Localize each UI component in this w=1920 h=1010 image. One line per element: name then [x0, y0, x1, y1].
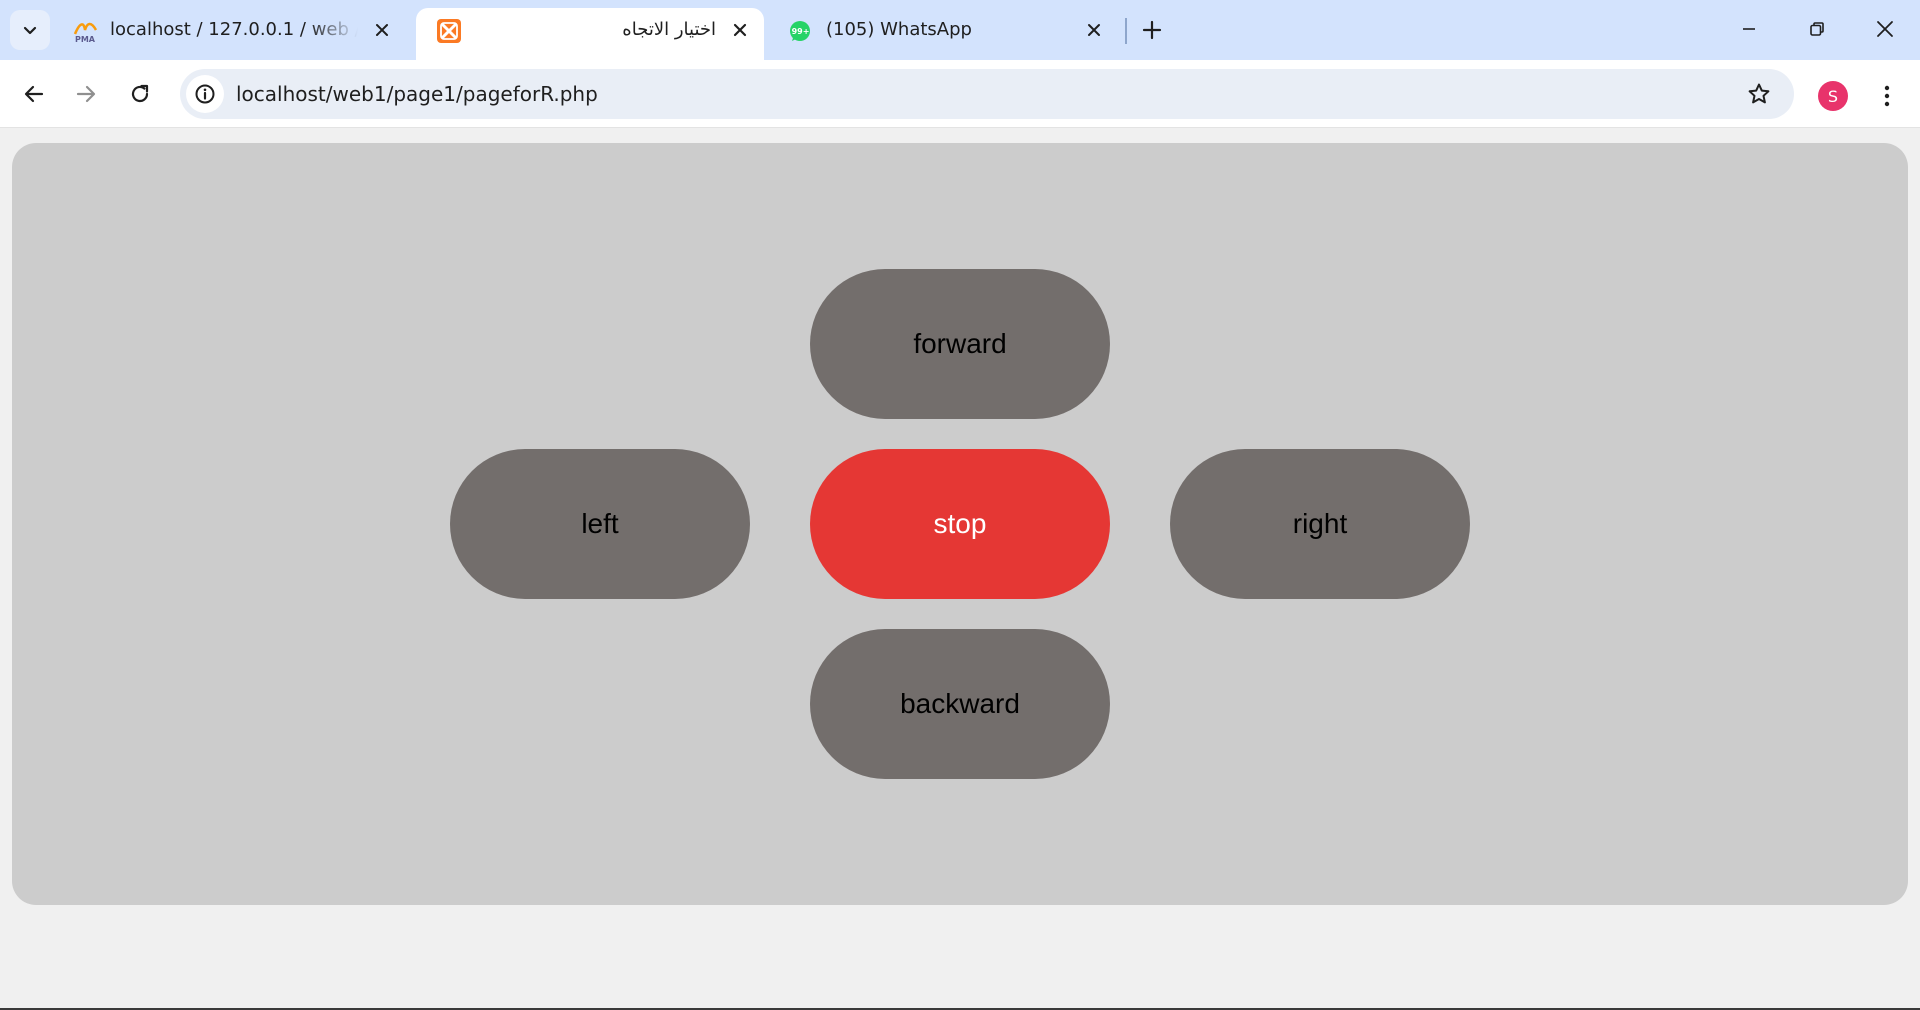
minimize-icon: [1743, 28, 1755, 30]
tab-search-button[interactable]: [10, 10, 50, 50]
address-bar[interactable]: localhost/web1/page1/pageforR.php: [180, 69, 1794, 119]
close-icon: [1088, 24, 1100, 36]
arrow-left-icon: [24, 85, 44, 103]
close-icon: [1877, 21, 1893, 37]
reload-icon: [131, 84, 149, 103]
tab-close-button[interactable]: [726, 16, 754, 44]
tab-title: localhost / 127.0.0.1 / web / con: [110, 19, 358, 40]
tab-phpmyadmin[interactable]: PMA localhost / 127.0.0.1 / web / con: [52, 8, 406, 60]
plus-icon: [1142, 20, 1162, 40]
bookmark-button[interactable]: [1744, 79, 1774, 109]
right-control-button[interactable]: right: [1170, 449, 1470, 599]
tab-close-button[interactable]: [368, 16, 396, 44]
whatsapp-badge: 99+: [792, 27, 810, 36]
tab-separator: [1125, 18, 1127, 44]
forward-button[interactable]: [66, 74, 106, 114]
restore-icon: [1810, 22, 1824, 36]
profile-avatar[interactable]: S: [1818, 81, 1848, 111]
minimize-button[interactable]: [1724, 8, 1774, 50]
close-icon: [733, 23, 747, 37]
tab-title: اختيار الاتجاه: [622, 19, 716, 40]
whatsapp-icon: 99+: [790, 21, 810, 41]
page-viewport: forward left stop right backward: [0, 129, 1920, 1008]
chevron-down-icon: [23, 26, 37, 35]
forward-control-button[interactable]: forward: [810, 269, 1110, 419]
close-window-button[interactable]: [1860, 8, 1910, 50]
phpmyadmin-icon: PMA: [73, 22, 98, 44]
more-vertical-icon: [1884, 85, 1890, 107]
stop-control-button[interactable]: stop: [810, 449, 1110, 599]
info-icon: [195, 84, 215, 104]
restore-button[interactable]: [1792, 8, 1842, 50]
tab-active-direction[interactable]: اختيار الاتجاه: [416, 8, 764, 60]
phpmyadmin-favicon-text: PMA: [75, 35, 96, 44]
backward-control-button[interactable]: backward: [810, 629, 1110, 779]
back-button[interactable]: [14, 74, 54, 114]
tab-close-button[interactable]: [1080, 16, 1108, 44]
star-icon: [1748, 83, 1770, 104]
tab-whatsapp[interactable]: 99+ (105) WhatsApp: [768, 8, 1118, 60]
control-panel: forward left stop right backward: [12, 143, 1908, 905]
xampp-icon: [437, 19, 461, 43]
reload-button[interactable]: [120, 74, 160, 114]
left-control-button[interactable]: left: [450, 449, 750, 599]
tab-title: (105) WhatsApp: [826, 19, 972, 40]
url-text[interactable]: localhost/web1/page1/pageforR.php: [236, 69, 598, 119]
browser-menu-button[interactable]: [1870, 76, 1904, 116]
close-icon: [376, 24, 388, 36]
new-tab-button[interactable]: [1136, 12, 1168, 48]
site-info-button[interactable]: [186, 75, 224, 113]
tab-strip: PMA localhost / 127.0.0.1 / web / con اخ…: [0, 0, 1920, 60]
browser-toolbar: localhost/web1/page1/pageforR.php S: [0, 60, 1920, 128]
arrow-right-icon: [76, 85, 96, 103]
